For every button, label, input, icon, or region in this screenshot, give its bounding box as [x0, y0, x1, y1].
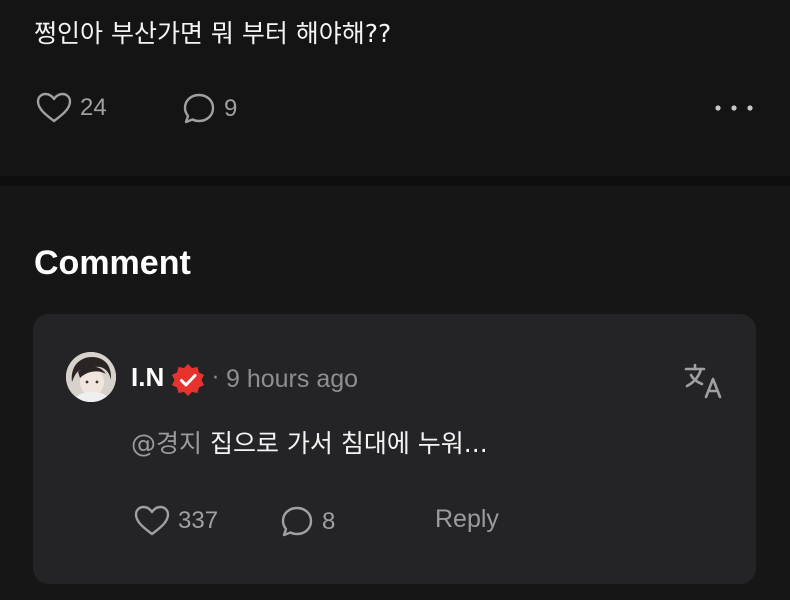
comment-like-button[interactable]: 337 [134, 505, 218, 537]
avatar[interactable] [66, 352, 116, 402]
comment-author[interactable]: I.N [131, 362, 164, 393]
comments-heading: Comment [34, 244, 191, 282]
comment-time: 9 hours ago [226, 365, 359, 393]
comment-message: 집으로 가서 침대에 누워... [209, 429, 488, 458]
avatar-image [66, 352, 116, 402]
reply-button[interactable]: Reply [435, 505, 499, 534]
section-divider [0, 176, 790, 186]
comment-reply-count: 8 [322, 508, 336, 535]
heart-icon [36, 92, 72, 123]
heart-icon [134, 505, 170, 536]
post-like-count: 24 [80, 94, 107, 121]
translate-icon[interactable] [682, 362, 726, 400]
post-like-button[interactable]: 24 [36, 92, 107, 124]
more-icon[interactable] [714, 100, 754, 116]
meta-separator: · [212, 366, 219, 391]
comment-bubble-icon [183, 93, 215, 124]
comment-mention[interactable]: @경지 [131, 429, 202, 458]
comment-like-count: 337 [178, 507, 219, 534]
post: 쩡인아 부산가면 뭐 부터 해야해?? 24 9 [0, 0, 790, 176]
comment-bubble-icon [281, 506, 313, 537]
comment-reply-count-button[interactable]: 8 [280, 505, 335, 539]
comment-text: @경지 집으로 가서 침대에 누워... [131, 424, 488, 460]
post-comment-button[interactable]: 9 [182, 92, 237, 126]
post-text: 쩡인아 부산가면 뭐 부터 해야해?? [34, 19, 392, 48]
post-comment-count: 9 [224, 95, 238, 122]
verified-badge-icon [172, 364, 204, 396]
